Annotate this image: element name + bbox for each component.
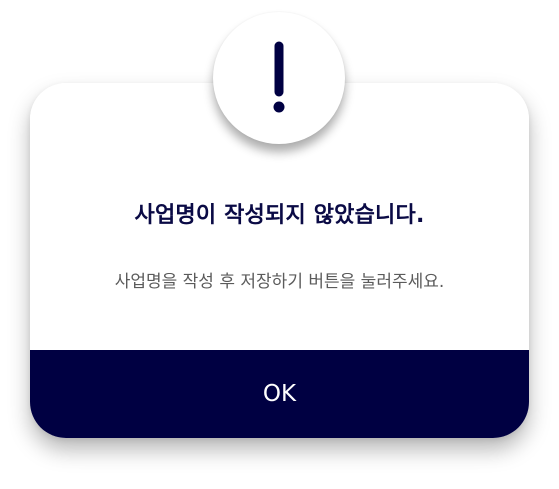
alert-badge [213, 12, 345, 144]
exclamation-icon [273, 41, 285, 113]
dialog-title: 사업명이 작성되지 않았습니다. [134, 203, 425, 228]
dialog-message: 사업명을 작성 후 저장하기 버튼을 눌러주세요. [114, 272, 445, 292]
alert-screen: 사업명이 작성되지 않았습니다. 사업명을 작성 후 저장하기 버튼을 눌러주세… [0, 0, 559, 489]
ok-button[interactable]: OK [30, 350, 529, 438]
